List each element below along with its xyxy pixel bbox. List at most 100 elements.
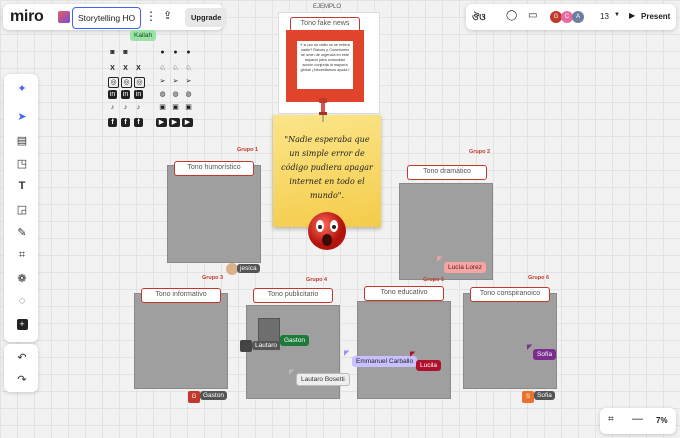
group-2-label[interactable]: Grupo 2 xyxy=(469,149,490,155)
tiktok-icon: ♪ xyxy=(123,104,128,111)
x-icon: X xyxy=(110,65,115,72)
discord-icon: ◙ xyxy=(110,49,115,56)
cursor-tag-lucila: Lucila xyxy=(416,360,441,371)
group-6-title[interactable]: Tono conspiranoico xyxy=(470,287,550,302)
cursor-pointer-icon: ◤ xyxy=(437,256,443,263)
group-5-title[interactable]: Tono educativo xyxy=(364,286,444,301)
cursor-tag-lautaro-bosetti: Lautaro Bosetti xyxy=(296,373,350,386)
group-3-title[interactable]: Tono informativo xyxy=(141,288,221,303)
group-6-label[interactable]: Grupo 6 xyxy=(528,275,549,281)
snapchat-icon: ♘ xyxy=(159,65,166,72)
shocked-emoji-icon xyxy=(306,210,348,257)
select-cursor-icon[interactable]: ➤ xyxy=(12,106,32,126)
cursor-tag-sofia: Sofía xyxy=(533,349,557,360)
whatsapp-icon: ◍ xyxy=(159,91,166,98)
ejemplo-frame-label[interactable]: EJEMPLO xyxy=(313,4,341,10)
facebook-icon: f xyxy=(121,118,130,127)
avatar-lautaro xyxy=(240,340,252,352)
group-3-frame[interactable] xyxy=(134,293,228,389)
instagram-icon: ◎ xyxy=(108,77,119,88)
pen-icon[interactable]: ✎ xyxy=(12,222,32,242)
add-more-icon[interactable]: + xyxy=(12,314,32,334)
collaborator-count[interactable]: 13 xyxy=(600,12,609,21)
palette-icon[interactable]: ❁ xyxy=(12,268,32,288)
group-4-title[interactable]: Tono publicitario xyxy=(253,288,333,303)
cursor-pointer-icon: ◤ xyxy=(410,351,416,358)
user-tag-lautaro: Lautaro xyxy=(252,341,281,350)
present-label: Present xyxy=(641,12,671,21)
user-tag-jesica: jesica xyxy=(237,264,260,273)
reactions-icon[interactable]: ঔଓ xyxy=(472,10,486,25)
cursor-tag-emmanuel: Emmanuel Carballo xyxy=(352,356,418,367)
pushpin-icon xyxy=(318,98,328,122)
more-menu-icon[interactable]: ⋮ xyxy=(145,9,157,23)
x-icon: X xyxy=(136,65,141,72)
tiktok-icon: ♪ xyxy=(136,104,141,111)
board-icon xyxy=(58,11,70,23)
social-icons-grid: ◙ ◙ ● ● ● X X X ♘ ♘ ♘ ◎ ◎ ◎ ➢ ➢ ➢ in in … xyxy=(106,46,198,130)
redo-icon[interactable]: ↷ xyxy=(12,369,32,389)
ai-sparkle-icon[interactable]: ✦ xyxy=(12,78,32,98)
undo-icon[interactable]: ↶ xyxy=(12,347,32,367)
group-1-label[interactable]: Grupo 1 xyxy=(237,147,258,153)
text-icon[interactable]: T xyxy=(12,176,32,196)
group-4-label[interactable]: Grupo 4 xyxy=(306,277,327,283)
avatar: S xyxy=(522,391,534,403)
telegram-icon: ➢ xyxy=(172,78,179,85)
telegram-icon: ➢ xyxy=(185,78,192,85)
youtube-icon: ▶ xyxy=(156,118,167,127)
sticky-note-icon[interactable]: ◳ xyxy=(12,153,32,173)
group-2-title[interactable]: Tono dramático xyxy=(407,165,487,180)
cursor-pointer-icon: ◤ xyxy=(289,369,295,376)
cursor-pointer-icon: ◤ xyxy=(527,344,533,351)
x-icon: X xyxy=(123,65,128,72)
tiktok-icon: ♪ xyxy=(110,104,115,111)
group-1-title[interactable]: Tono humorístico xyxy=(174,161,254,176)
comment-icon[interactable]: ◌ xyxy=(12,291,32,311)
cursor-pointer-icon: ◤ xyxy=(344,350,350,357)
group-3-label[interactable]: Grupo 3 xyxy=(202,275,223,281)
group-5-label[interactable]: Grupo 5 xyxy=(423,277,444,283)
cursor-tag-kailah: Kailah xyxy=(130,30,157,41)
group-5-frame[interactable] xyxy=(357,301,451,399)
board-name-input[interactable]: Storytelling HO xyxy=(72,7,142,29)
facebook-icon: f xyxy=(134,118,143,127)
twitch-icon: ▣ xyxy=(185,104,192,111)
left-toolbar: ✦ ➤ ▤ ◳ T ◲ ✎ ⌗ ❁ ◌ + xyxy=(4,74,38,342)
share-export-icon[interactable]: ⇪ xyxy=(163,9,172,22)
upgrade-button[interactable]: Upgrade xyxy=(185,8,228,27)
comments-icon[interactable]: ◯ xyxy=(506,10,517,21)
zoom-out-icon[interactable]: — xyxy=(632,413,643,425)
chevron-down-icon[interactable]: ▼ xyxy=(614,12,620,18)
reddit-icon: ● xyxy=(186,49,191,56)
avatar[interactable]: A xyxy=(572,11,584,23)
whatsapp-icon: ◍ xyxy=(185,91,192,98)
cursor-tag-gaston: Gaston xyxy=(280,335,309,346)
linkedin-icon: in xyxy=(121,90,130,99)
telegram-icon: ➢ xyxy=(159,78,166,85)
instagram-icon: ◎ xyxy=(134,77,145,88)
shapes-icon[interactable]: ◲ xyxy=(12,199,32,219)
video-icon[interactable]: ▭ xyxy=(528,10,537,21)
cursor-tag-lucia-lorez: Lucía Lorez xyxy=(444,262,486,273)
snapchat-icon: ♘ xyxy=(172,65,179,72)
youtube-icon: ▶ xyxy=(182,118,193,127)
reddit-icon: ● xyxy=(160,49,165,56)
group-1-frame[interactable] xyxy=(167,165,261,263)
present-button[interactable]: ▶ Present xyxy=(625,7,673,27)
youtube-icon: ▶ xyxy=(169,118,180,127)
miro-logo[interactable]: miro xyxy=(10,8,44,26)
templates-icon[interactable]: ▤ xyxy=(12,130,32,150)
reddit-icon: ● xyxy=(173,49,178,56)
zoom-level[interactable]: 7% xyxy=(656,416,668,425)
twitch-icon: ▣ xyxy=(159,104,166,111)
fit-screen-icon[interactable]: ⌗ xyxy=(608,414,614,425)
whatsapp-icon: ◍ xyxy=(172,91,179,98)
group-6-frame[interactable] xyxy=(463,293,557,389)
discord-icon: ◙ xyxy=(123,49,128,56)
linkedin-icon: in xyxy=(108,90,117,99)
frame-icon[interactable]: ⌗ xyxy=(12,245,32,265)
instagram-icon: ◎ xyxy=(121,77,132,88)
top-right-toolbar: ঔଓ ◯ ▭ G C A 13 ▼ ▶ Present xyxy=(466,4,676,30)
facebook-icon: f xyxy=(108,118,117,127)
